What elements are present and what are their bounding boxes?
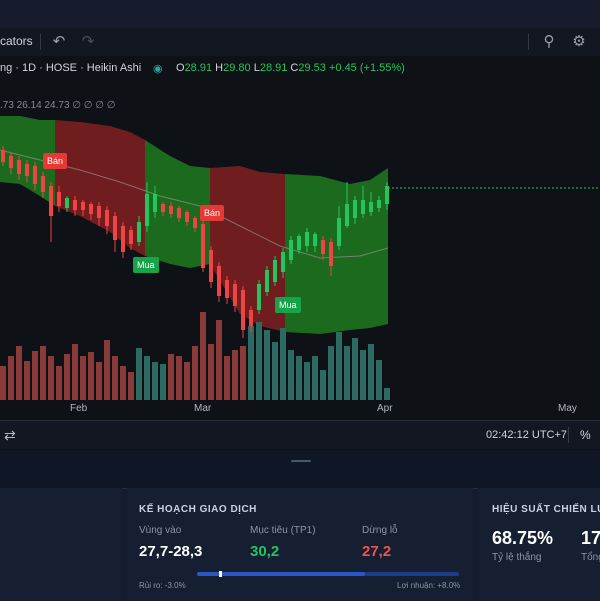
- percent-toggle[interactable]: %: [580, 428, 591, 442]
- sell-signal-badge[interactable]: Bán: [200, 205, 225, 221]
- reward-text: Lợi nhuận: +8.0%: [397, 581, 461, 590]
- indicator-values: .73 26.14 24.73 ∅ ∅ ∅ ∅: [0, 100, 116, 111]
- performance-title: HIỆU SUẤT CHIẾN LƯỢ: [492, 504, 600, 515]
- toolbar-divider: [40, 34, 41, 50]
- winrate-value: 68.75%: [492, 528, 554, 548]
- status-divider: [568, 427, 569, 443]
- trade-plan-card: KẾ HOẠCH GIAO DỊCH Vùng vào 27,7-28,3 Mụ…: [127, 488, 473, 600]
- eye-icon[interactable]: ◉: [153, 62, 163, 75]
- panel-resize-handle[interactable]: [291, 460, 311, 462]
- target-label: Mục tiêu (TP1): [250, 525, 316, 536]
- ohlc-values: O28.91 H29.80 L28.91 C29.53 +0.45 (+1.55…: [176, 62, 405, 74]
- axis-label-feb: Feb: [70, 403, 88, 414]
- sell-signal-badge[interactable]: Bán: [43, 153, 68, 169]
- redo-icon[interactable]: ↷: [78, 32, 98, 52]
- clock-display[interactable]: 02:42:12 UTC+7: [486, 429, 567, 441]
- entry-marker: [219, 571, 222, 577]
- indicators-button[interactable]: cators: [0, 34, 33, 48]
- risk-text: Rủi ro: -3.0%: [139, 581, 186, 590]
- trade-plan-title: KẾ HOẠCH GIAO DỊCH: [139, 504, 257, 515]
- symbol-info: ng · 1D · HOSE · Heikin Ashi: [0, 62, 142, 74]
- left-card: [0, 488, 122, 600]
- time-axis[interactable]: Feb Mar Apr May: [0, 400, 600, 418]
- axis-label-apr: Apr: [377, 403, 393, 414]
- settings-icon[interactable]: ⚙: [569, 32, 589, 52]
- axis-label-mar: Mar: [194, 403, 212, 414]
- alert-icon[interactable]: ⚲: [539, 32, 559, 52]
- axis-label-may: May: [558, 403, 577, 414]
- goto-date-icon[interactable]: ⇄: [4, 427, 16, 444]
- risk-reward-bar: [197, 571, 459, 577]
- winrate-label: Tỷ lệ thắng: [492, 552, 542, 563]
- chart-toolbar: cators ↶ ↷ ⚲ ⚙: [0, 28, 600, 57]
- undo-icon[interactable]: ↶: [49, 32, 69, 52]
- chart-status-bar: ⇄ 02:42:12 UTC+7 %: [0, 420, 600, 449]
- toolbar-divider: [528, 34, 529, 50]
- total-trades-label: Tổng: [581, 552, 600, 563]
- buy-signal-badge[interactable]: Mua: [133, 257, 159, 273]
- change-value: +0.45 (+1.55%): [328, 62, 405, 74]
- target-value: 30,2: [250, 543, 280, 560]
- stop-value: 27,2: [362, 543, 392, 560]
- buy-signal-badge[interactable]: Mua: [275, 297, 301, 313]
- total-trades-value: 17: [581, 528, 600, 548]
- stop-label: Dừng lỗ: [362, 525, 398, 536]
- entry-label: Vùng vào: [139, 525, 182, 536]
- performance-card: HIỆU SUẤT CHIẾN LƯỢ 68.75% Tỷ lệ thắng 1…: [478, 488, 600, 600]
- top-strip: [0, 0, 600, 28]
- entry-value: 27,7-28,3: [139, 543, 203, 560]
